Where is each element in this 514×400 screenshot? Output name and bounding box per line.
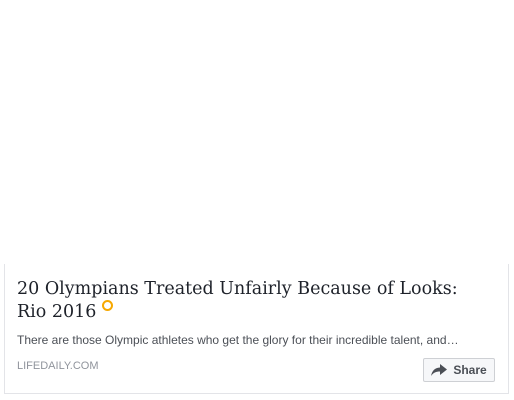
share-arrow-icon (431, 364, 448, 376)
share-button[interactable]: Share (423, 358, 495, 382)
card-description: There are those Olympic athletes who get… (17, 333, 459, 347)
card-domain: LIFEDAILY.COM (17, 360, 99, 372)
share-label: Share (453, 363, 487, 377)
card-image-area[interactable] (4, 0, 509, 264)
olympic-ring-icon (102, 300, 114, 311)
card-title-text[interactable]: 20 Olympians Treated Unfairly Because of… (17, 279, 458, 322)
card-body: 20 Olympians Treated Unfairly Because of… (4, 264, 509, 394)
link-preview-card[interactable]: 20 Olympians Treated Unfairly Because of… (4, 0, 509, 394)
card-title[interactable]: 20 Olympians Treated Unfairly Because of… (17, 278, 487, 323)
